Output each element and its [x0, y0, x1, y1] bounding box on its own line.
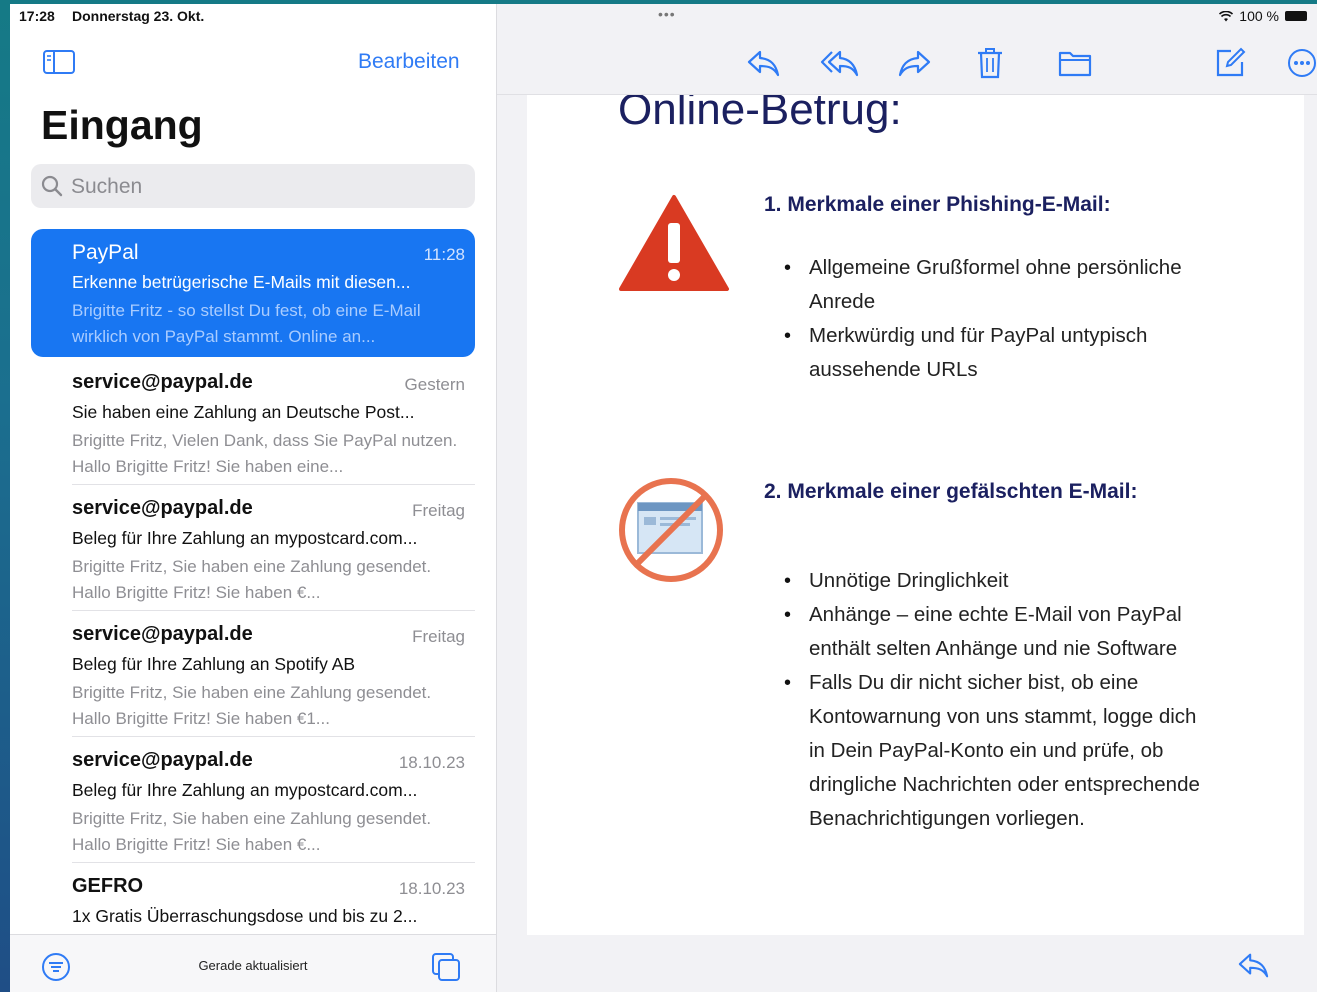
stacked-windows-icon[interactable] — [430, 951, 462, 983]
reply-icon[interactable] — [1235, 949, 1271, 981]
message-footer — [527, 935, 1304, 992]
reply-icon[interactable] — [745, 46, 781, 80]
mail-date: 18.10.23 — [398, 753, 465, 772]
compose-icon[interactable] — [1213, 46, 1247, 80]
wifi-icon — [1219, 10, 1234, 21]
bullet-item: Falls Du dir nicht sicher bist, ob eine … — [784, 666, 1214, 836]
mail-preview: Brigitte Fritz, Sie haben eine Zahlung g… — [72, 809, 432, 854]
status-time: 17:28 — [19, 8, 55, 24]
search-input[interactable] — [69, 172, 463, 202]
section-title: 2. Merkmale einer gefälschten E-Mail: — [764, 480, 1138, 503]
mail-subject: Beleg für Ihre Zahlung an Spotify AB — [72, 654, 356, 674]
mail-item[interactable]: service@paypal.de 18.10.23 Beleg für Ihr… — [31, 737, 475, 863]
mail-sender: GEFRO — [72, 875, 144, 897]
bullet-list: Unnötige Dringlichkeit Anhänge – eine ec… — [784, 564, 1214, 836]
more-options-icon[interactable] — [1286, 46, 1317, 80]
bullet-item: Anhänge – eine echte E-Mail von PayPal e… — [784, 598, 1214, 666]
battery-percent: 100 % — [1239, 8, 1279, 24]
message-view: Online-Betrug: 1. Merkmale einer Phishin… — [497, 4, 1317, 992]
update-status: Gerade aktualisiert — [198, 958, 308, 973]
mail-sender: service@paypal.de — [72, 497, 253, 519]
sidebar-footer: Gerade aktualisiert — [10, 934, 496, 992]
mail-sender: service@paypal.de — [72, 749, 253, 771]
mail-subject: 1x Gratis Überraschungsdose und bis zu 2… — [72, 906, 418, 926]
mail-date: Freitag — [412, 627, 465, 646]
mail-subject: Erkenne betrügerische E-Mails mit diesen… — [72, 272, 411, 292]
sidebar-toggle-icon[interactable] — [42, 48, 76, 76]
bullet-list: Allgemeine Grußformel ohne persönliche A… — [784, 251, 1214, 387]
mail-item[interactable]: service@paypal.de Freitag Beleg für Ihre… — [31, 611, 475, 737]
mail-date: 18.10.23 — [398, 879, 465, 898]
trash-icon[interactable] — [975, 46, 1005, 80]
forbidden-window-icon — [619, 478, 723, 582]
mail-item[interactable]: PayPal 11:28 Erkenne betrügerische E-Mai… — [31, 229, 475, 357]
mail-date: 11:28 — [423, 245, 465, 264]
mail-date: Gestern — [404, 375, 465, 394]
bullet-item: Unnötige Dringlichkeit — [784, 564, 1214, 598]
multitasking-dots[interactable]: ••• — [658, 6, 676, 22]
mail-subject: Beleg für Ihre Zahlung an mypostcard.com… — [72, 780, 418, 800]
message-body: Online-Betrug: 1. Merkmale einer Phishin… — [527, 95, 1304, 935]
mail-list: PayPal 11:28 Erkenne betrügerische E-Mai… — [31, 229, 475, 989]
mail-subject: Beleg für Ihre Zahlung an mypostcard.com… — [72, 528, 418, 548]
mail-sender: service@paypal.de — [72, 623, 253, 645]
reply-all-icon[interactable] — [820, 46, 860, 80]
search-icon — [41, 175, 63, 197]
folder-icon[interactable] — [1057, 46, 1093, 80]
mail-sender: service@paypal.de — [72, 371, 253, 393]
status-bar: 17:28 Donnerstag 23. Okt. ••• 100 % — [10, 4, 1317, 30]
mail-subject: Sie haben eine Zahlung an Deutsche Post.… — [72, 402, 415, 422]
mail-sender: PayPal — [72, 241, 139, 264]
section-title: 1. Merkmale einer Phishing-E-Mail: — [764, 193, 1111, 216]
status-date: Donnerstag 23. Okt. — [72, 8, 205, 24]
battery-icon — [1285, 11, 1307, 21]
ipad-screen: 17:28 Donnerstag 23. Okt. ••• 100 % Bear… — [10, 4, 1317, 992]
mailbox-sidebar: Bearbeiten Eingang PayPal 11:28 Erkenne … — [10, 4, 497, 992]
message-headline: Online-Betrug: — [618, 95, 902, 134]
status-right: 100 % — [1219, 8, 1307, 24]
bullet-item: Allgemeine Grußformel ohne persönliche A… — [784, 251, 1214, 319]
page-title: Eingang — [41, 102, 203, 148]
warning-icon — [619, 195, 729, 291]
mail-item[interactable]: service@paypal.de Freitag Beleg für Ihre… — [31, 485, 475, 611]
search-field[interactable] — [31, 164, 475, 208]
mail-preview: Brigitte Fritz - so stellst Du fest, ob … — [72, 301, 421, 346]
bullet-item: Merkwürdig und für PayPal untypisch auss… — [784, 319, 1214, 387]
forward-icon[interactable] — [897, 46, 933, 80]
mail-date: Freitag — [412, 501, 465, 520]
mail-preview: Brigitte Fritz, Sie haben eine Zahlung g… — [72, 683, 432, 728]
mail-item[interactable]: service@paypal.de Gestern Sie haben eine… — [31, 359, 475, 485]
mail-preview: Brigitte Fritz, Sie haben eine Zahlung g… — [72, 557, 432, 602]
edit-button[interactable]: Bearbeiten — [358, 50, 460, 74]
mail-preview: Brigitte Fritz, Vielen Dank, dass Sie Pa… — [72, 431, 458, 476]
